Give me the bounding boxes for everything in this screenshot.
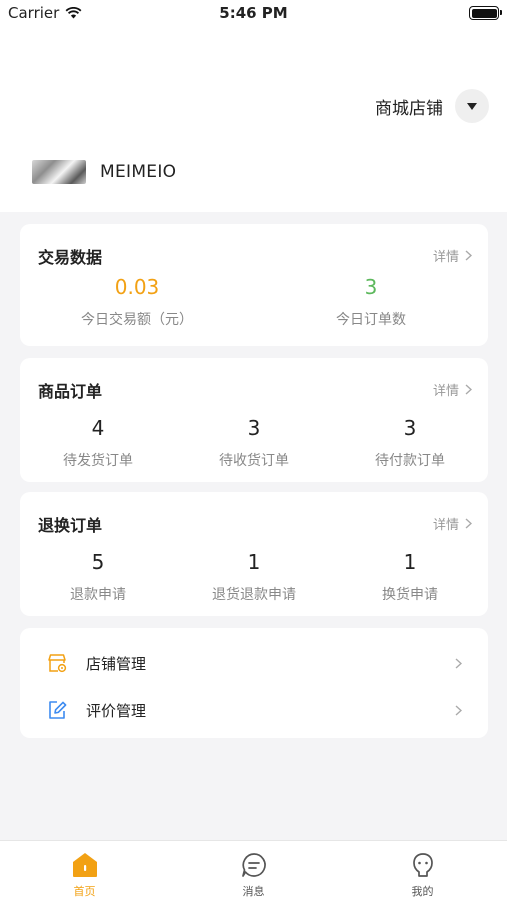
stat-value: 1 bbox=[403, 550, 417, 574]
management-menu: 店铺管理 评价管理 bbox=[20, 628, 488, 738]
stat-label: 今日交易额（元） bbox=[81, 312, 193, 328]
tab-messages[interactable]: 消息 bbox=[169, 841, 338, 900]
chevron-right-icon bbox=[455, 701, 463, 720]
stat-refund-requests[interactable]: 5 退款申请 bbox=[20, 550, 176, 604]
tab-label: 首页 bbox=[73, 885, 96, 898]
card-title: 退换订单 bbox=[38, 516, 103, 535]
stat-label: 待发货订单 bbox=[63, 453, 133, 469]
chevron-right-icon bbox=[465, 250, 472, 261]
stat-value: 3 bbox=[403, 416, 417, 440]
stat-label: 退货退款申请 bbox=[212, 587, 296, 603]
store-settings-icon bbox=[48, 654, 67, 673]
edit-review-icon bbox=[49, 701, 67, 719]
message-icon bbox=[241, 853, 266, 877]
shop-info[interactable]: MEIMEIO bbox=[32, 160, 176, 184]
refund-detail-link[interactable]: 详情 bbox=[433, 514, 472, 533]
detail-label: 详情 bbox=[432, 518, 459, 533]
home-icon bbox=[72, 853, 97, 877]
stat-pending-receipt[interactable]: 3 待收货订单 bbox=[176, 416, 332, 470]
chevron-right-icon bbox=[455, 654, 463, 673]
tab-bar: 首页 消息 我的 bbox=[0, 840, 507, 900]
profile-icon bbox=[412, 853, 433, 877]
stat-value: 4 bbox=[91, 416, 105, 440]
menu-item-store-management[interactable]: 店铺管理 bbox=[20, 640, 488, 686]
chevron-right-icon bbox=[465, 518, 472, 529]
battery-icon bbox=[469, 6, 502, 20]
stat-pending-payment[interactable]: 3 待付款订单 bbox=[332, 416, 488, 470]
tab-label: 我的 bbox=[411, 885, 434, 898]
goods-stats: 4 待发货订单 3 待收货订单 3 待付款订单 bbox=[20, 416, 488, 470]
tab-label: 消息 bbox=[242, 885, 265, 898]
stat-order-count[interactable]: 3 今日订单数 bbox=[254, 275, 488, 329]
menu-item-review-management[interactable]: 评价管理 bbox=[20, 687, 488, 733]
stat-label: 待付款订单 bbox=[375, 453, 445, 469]
stat-exchange-requests[interactable]: 1 换货申请 bbox=[332, 550, 488, 604]
stat-pending-shipment[interactable]: 4 待发货订单 bbox=[20, 416, 176, 470]
menu-item-label: 评价管理 bbox=[86, 701, 147, 720]
stat-return-refund-requests[interactable]: 1 退货退款申请 bbox=[176, 550, 332, 604]
stat-label: 今日订单数 bbox=[336, 312, 406, 328]
status-bar: Carrier 5:46 PM bbox=[0, 0, 507, 28]
caret-down-icon bbox=[467, 102, 477, 110]
refund-stats: 5 退款申请 1 退货退款申请 1 换货申请 bbox=[20, 550, 488, 604]
stat-value: 3 bbox=[247, 416, 261, 440]
tab-home[interactable]: 首页 bbox=[0, 841, 169, 900]
stat-label: 退款申请 bbox=[70, 587, 126, 603]
stat-label: 换货申请 bbox=[382, 587, 438, 603]
goods-detail-link[interactable]: 详情 bbox=[433, 380, 472, 399]
tab-profile[interactable]: 我的 bbox=[338, 841, 507, 900]
store-switcher[interactable]: 商城店铺 bbox=[375, 89, 489, 123]
refund-orders-card: 退换订单 详情 5 退款申请 1 退货退款申请 1 换货申请 bbox=[20, 492, 488, 616]
store-switch-label: 商城店铺 bbox=[375, 98, 443, 119]
shop-name: MEIMEIO bbox=[100, 162, 177, 182]
menu-item-label: 店铺管理 bbox=[86, 654, 147, 673]
trade-data-card: 交易数据 详情 0.03 今日交易额（元） 3 今日订单数 bbox=[20, 224, 488, 346]
detail-label: 详情 bbox=[432, 250, 459, 265]
stat-value: 1 bbox=[247, 550, 261, 574]
shop-thumbnail bbox=[32, 160, 86, 184]
dropdown-button[interactable] bbox=[455, 89, 489, 123]
stat-value: 3 bbox=[364, 275, 378, 299]
detail-label: 详情 bbox=[432, 384, 459, 399]
card-title: 交易数据 bbox=[38, 248, 103, 267]
stat-trade-amount[interactable]: 0.03 今日交易额（元） bbox=[20, 275, 254, 329]
stat-value: 0.03 bbox=[114, 275, 160, 299]
stat-label: 待收货订单 bbox=[219, 453, 289, 469]
stat-value: 5 bbox=[91, 550, 105, 574]
trade-detail-link[interactable]: 详情 bbox=[433, 246, 472, 265]
chevron-right-icon bbox=[465, 384, 472, 395]
status-time: 5:46 PM bbox=[219, 4, 288, 22]
card-title: 商品订单 bbox=[38, 382, 103, 401]
trade-stats: 0.03 今日交易额（元） 3 今日订单数 bbox=[20, 275, 488, 329]
goods-orders-card: 商品订单 详情 4 待发货订单 3 待收货订单 3 待付款订单 bbox=[20, 358, 488, 482]
